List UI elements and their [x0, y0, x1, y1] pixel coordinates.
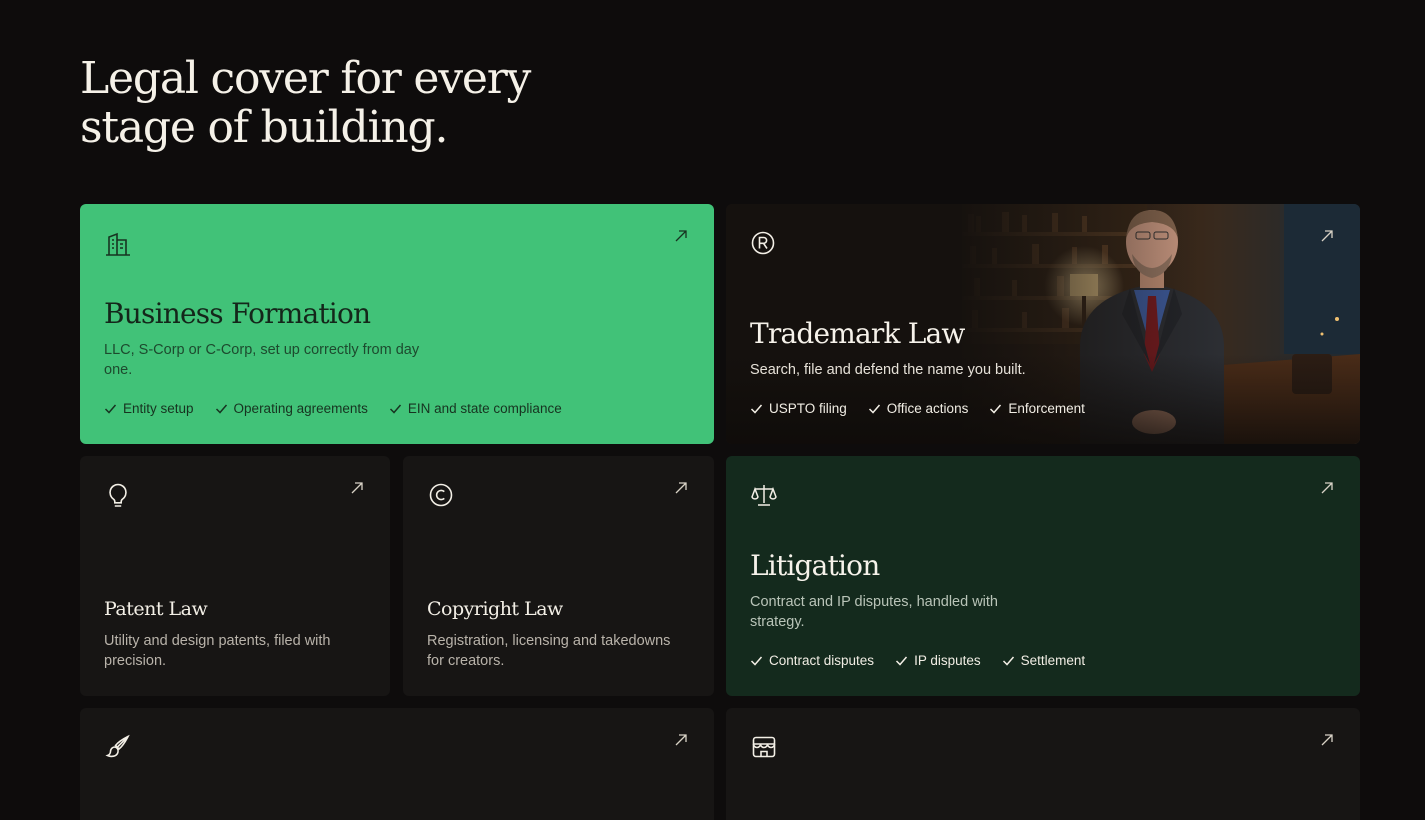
card-commerce[interactable]: [726, 708, 1360, 820]
card-title: Patent Law: [104, 598, 208, 620]
card-title: Trademark Law: [750, 317, 965, 350]
registered-icon: [750, 229, 778, 257]
card-brand[interactable]: [80, 708, 714, 820]
check-icon: [1002, 656, 1014, 666]
arrow-up-right-icon[interactable]: [350, 481, 364, 495]
card-copyright-law[interactable]: Copyright Law Registration, licensing an…: [403, 456, 714, 696]
check-icon: [990, 404, 1002, 414]
lightbulb-icon: [104, 481, 132, 509]
feature-item: Office actions: [868, 401, 968, 416]
copyright-icon: [427, 481, 455, 509]
card-title: Copyright Law: [427, 598, 563, 620]
building-icon: [104, 229, 132, 257]
feature-list: Contract disputes IP disputes Settlement: [750, 653, 1085, 668]
arrow-up-right-icon[interactable]: [674, 481, 688, 495]
card-description: Contract and IP disputes, handled with s…: [750, 594, 999, 630]
card-title: Litigation: [750, 549, 880, 582]
arrow-up-right-icon[interactable]: [1320, 481, 1334, 495]
page-title-line-2: stage of building.: [80, 102, 448, 153]
feature-item: IP disputes: [895, 653, 981, 668]
feature-item: Operating agreements: [215, 401, 368, 416]
feature-item: Entity setup: [104, 401, 194, 416]
card-litigation[interactable]: Litigation Contract and IP disputes, han…: [726, 456, 1360, 696]
check-icon: [104, 404, 117, 414]
page-title: Legal cover for every stage of building.: [80, 54, 600, 152]
arrow-up-right-icon[interactable]: [1320, 733, 1334, 747]
arrow-up-right-icon[interactable]: [1320, 229, 1334, 243]
check-icon: [215, 404, 227, 414]
check-icon: [750, 404, 763, 414]
card-trademark-law[interactable]: Trademark Law Search, file and defend th…: [726, 204, 1360, 444]
page-title-line-1: Legal cover for every: [80, 53, 531, 104]
card-description: Utility and design patents, filed with p…: [104, 633, 331, 669]
scales-icon: [750, 481, 778, 509]
feature-item: EIN and state compliance: [389, 401, 562, 416]
check-icon: [896, 656, 908, 666]
storefront-icon: [750, 733, 778, 761]
feature-list: USPTO filing Office actions Enforcement: [750, 401, 1085, 416]
paintbrush-icon: [104, 733, 132, 761]
card-patent-law[interactable]: Patent Law Utility and design patents, f…: [80, 456, 390, 696]
card-description: Search, file and defend the name you bui…: [750, 362, 1026, 378]
check-icon: [389, 404, 401, 414]
check-icon: [750, 656, 763, 666]
arrow-up-right-icon[interactable]: [674, 229, 688, 243]
card-description: LLC, S-Corp or C-Corp, set up correctly …: [104, 342, 420, 378]
card-title: Business Formation: [104, 297, 371, 330]
feature-item: Enforcement: [989, 401, 1085, 416]
card-description: Registration, licensing and takedowns fo…: [427, 633, 671, 669]
feature-item: USPTO filing: [750, 401, 847, 416]
feature-list: Entity setup Operating agreements EIN an…: [104, 401, 562, 416]
feature-item: Settlement: [1002, 653, 1085, 668]
check-icon: [868, 404, 880, 414]
card-business-formation[interactable]: Business Formation LLC, S-Corp or C-Corp…: [80, 204, 714, 444]
arrow-up-right-icon[interactable]: [674, 733, 688, 747]
feature-item: Contract disputes: [750, 653, 874, 668]
